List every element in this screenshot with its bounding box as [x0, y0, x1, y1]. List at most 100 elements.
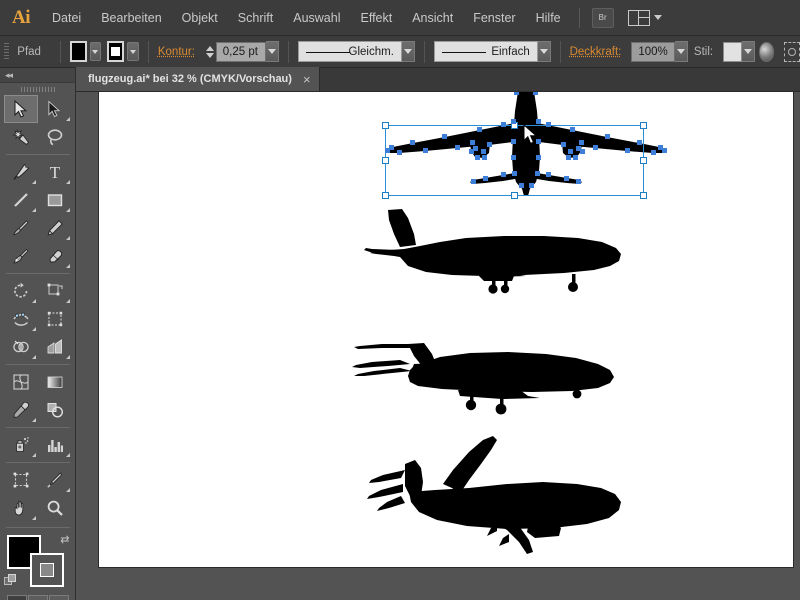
chevron-down-icon	[653, 15, 662, 20]
tool-submenu-indicator	[65, 264, 70, 268]
tool-divider	[5, 462, 70, 463]
tool-submenu-indicator	[65, 117, 70, 121]
rotate-tool[interactable]	[4, 277, 38, 305]
artboard-tool[interactable]	[4, 466, 38, 494]
rectangle-tool[interactable]	[38, 186, 72, 214]
brush-definition-select[interactable]: Einfach	[433, 41, 538, 62]
control-bar-grip[interactable]	[4, 42, 10, 61]
tool-submenu-indicator	[31, 355, 36, 359]
pen-tool[interactable]	[4, 158, 38, 186]
stroke-weight-stepper[interactable]	[205, 42, 215, 62]
stroke-color-swatch[interactable]	[107, 41, 125, 62]
opacity-input[interactable]: 100%	[631, 41, 675, 62]
stroke-weight-dropdown[interactable]	[266, 41, 280, 62]
stroke-profile-select[interactable]: Gleichm.	[297, 41, 402, 62]
brush-preview-icon	[441, 51, 486, 53]
tool-submenu-indicator	[65, 299, 70, 303]
align-options-icon[interactable]	[784, 41, 800, 62]
gradient-tool[interactable]	[38, 368, 72, 396]
stroke-weight-input[interactable]: 0,25 pt	[215, 41, 267, 62]
tools-grid: T	[3, 95, 72, 522]
swap-fill-stroke-icon[interactable]: ⇄	[60, 533, 69, 546]
line-segment-tool[interactable]	[4, 186, 38, 214]
tool-submenu-indicator	[65, 208, 70, 212]
brush-dropdown[interactable]	[537, 41, 551, 62]
blend-tool[interactable]	[38, 396, 72, 424]
tool-divider	[5, 427, 70, 428]
hand-tool[interactable]	[4, 494, 38, 522]
object-type-label: Pfad	[17, 45, 41, 58]
perspective-grid-tool[interactable]	[38, 333, 72, 361]
eraser-tool[interactable]	[38, 242, 72, 270]
gradient-mode-button[interactable]	[27, 595, 48, 600]
menu-item-ansicht[interactable]: Ansicht	[402, 0, 463, 36]
tools-panel-header: ◂◂	[0, 68, 75, 83]
divider	[59, 40, 61, 63]
stroke-color-indicator[interactable]	[29, 553, 64, 587]
fill-color-swatch[interactable]	[69, 41, 87, 62]
stroke-profile-dropdown[interactable]	[401, 41, 415, 62]
app-logo-icon: Ai	[12, 6, 31, 28]
color-mode-button[interactable]	[6, 595, 27, 600]
opacity-mask-icon[interactable]	[758, 41, 775, 62]
direct-selection-tool[interactable]	[38, 95, 72, 123]
airplane-regional-jet[interactable]	[352, 332, 620, 420]
opacity-label[interactable]: Deckkraft:	[570, 46, 622, 58]
default-fill-stroke-icon[interactable]	[3, 574, 17, 587]
selection-tool[interactable]	[3, 95, 38, 123]
tool-submenu-indicator	[65, 355, 70, 359]
menu-item-auswahl[interactable]: Auswahl	[283, 0, 350, 36]
menu-item-fenster[interactable]: Fenster	[463, 0, 525, 36]
menu-item-schrift[interactable]: Schrift	[228, 0, 283, 36]
canvas-area[interactable]	[76, 92, 800, 600]
bridge-button[interactable]: Br	[591, 7, 614, 28]
arrange-grid-icon	[627, 9, 650, 26]
profile-preview-icon	[305, 51, 350, 53]
lasso-tool[interactable]	[38, 123, 72, 151]
pencil-tool[interactable]	[38, 214, 72, 242]
tool-submenu-indicator	[31, 453, 36, 457]
slice-tool[interactable]	[38, 466, 72, 494]
tool-submenu-indicator	[31, 299, 36, 303]
none-mode-button[interactable]	[48, 595, 69, 600]
magic-wand-tool[interactable]	[4, 123, 38, 151]
fill-stroke-widget: ⇄	[3, 533, 72, 591]
airplane-side-view[interactable]	[364, 200, 629, 298]
tool-submenu-indicator	[31, 327, 36, 331]
document-tab-flugzeug[interactable]: flugzeug.ai* bei 32 % (CMYK/Vorschau) ×	[76, 67, 320, 91]
type-tool[interactable]: T	[38, 158, 72, 186]
zoom-tool[interactable]	[38, 494, 72, 522]
scale-tool[interactable]	[38, 277, 72, 305]
airplane-perspective-view[interactable]	[357, 430, 633, 560]
stroke-weight-label[interactable]: Kontur:	[158, 46, 195, 58]
graphic-style-dropdown[interactable]	[741, 41, 755, 62]
menu-item-effekt[interactable]: Effekt	[350, 0, 402, 36]
menu-item-objekt[interactable]: Objekt	[172, 0, 228, 36]
close-icon[interactable]: ×	[303, 73, 311, 86]
collapse-panel-icon[interactable]: ◂◂	[5, 70, 13, 81]
symbol-sprayer-tool[interactable]	[4, 431, 38, 459]
artboard[interactable]	[99, 92, 793, 567]
graphic-style-swatch[interactable]	[723, 41, 742, 62]
opacity-dropdown[interactable]	[674, 41, 688, 62]
tools-panel-grip[interactable]	[0, 83, 75, 95]
tool-submenu-indicator	[31, 516, 36, 520]
menu-bar: Ai Datei Bearbeiten Objekt Schrift Auswa…	[0, 0, 800, 36]
arrange-documents-button[interactable]	[627, 9, 662, 26]
paintbrush-tool[interactable]	[4, 214, 38, 242]
eyedropper-tool[interactable]	[4, 396, 38, 424]
fill-dropdown-button[interactable]	[89, 42, 102, 61]
tools-panel: ◂◂ T ⇄	[0, 68, 76, 600]
mesh-tool[interactable]	[4, 368, 38, 396]
menu-item-bearbeiten[interactable]: Bearbeiten	[91, 0, 171, 36]
tool-submenu-indicator	[65, 180, 70, 184]
column-graph-tool[interactable]	[38, 431, 72, 459]
style-label: Stil:	[693, 45, 714, 58]
menu-item-datei[interactable]: Datei	[42, 0, 91, 36]
shape-builder-tool[interactable]	[4, 333, 38, 361]
width-tool[interactable]	[4, 305, 38, 333]
menu-item-hilfe[interactable]: Hilfe	[526, 0, 571, 36]
stroke-dropdown-button[interactable]	[127, 42, 140, 61]
free-transform-tool[interactable]	[38, 305, 72, 333]
blob-brush-tool[interactable]	[4, 242, 38, 270]
